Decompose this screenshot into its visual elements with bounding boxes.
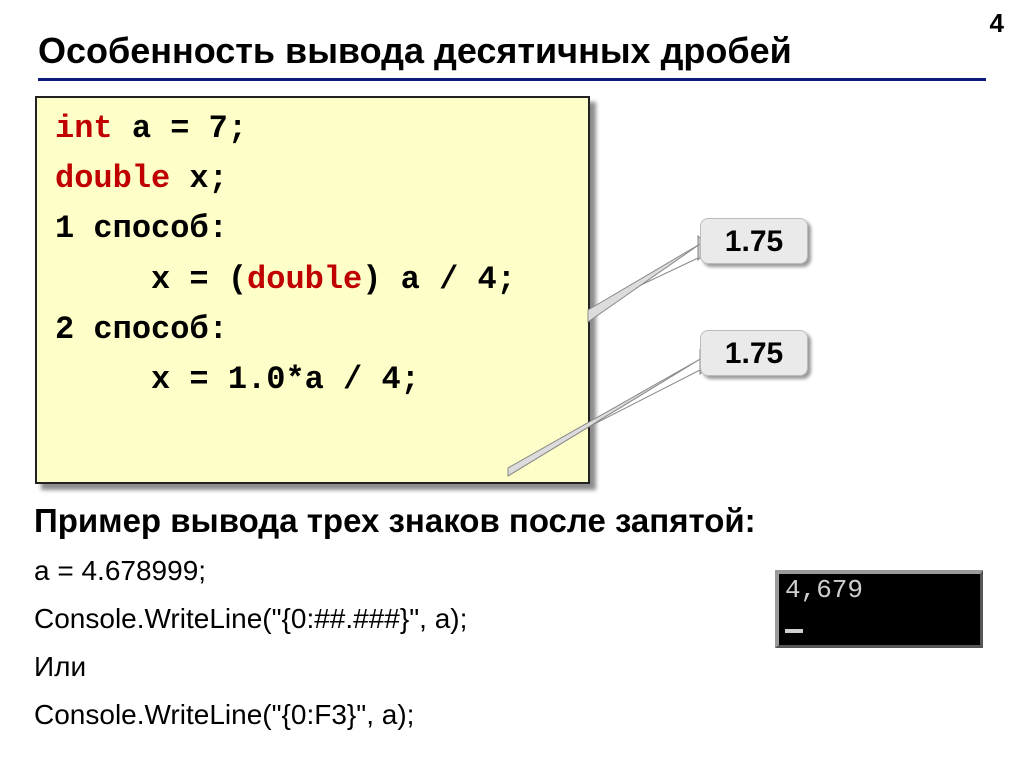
example-line-1: a = 4.678999;: [34, 555, 206, 587]
code-text: ) a / 4;: [362, 261, 516, 298]
example-line-4: Console.WriteLine("{0:F3}", a);: [34, 699, 414, 731]
console-cursor-line: [785, 605, 803, 634]
code-box: int a = 7; double x; 1 способ: x = (doub…: [35, 96, 590, 484]
subtitle: Пример вывода трех знаков после запятой:: [34, 502, 756, 540]
slide-title: Особенность вывода десятичных дробей: [38, 30, 986, 81]
keyword-double: double: [55, 160, 170, 197]
code-line-3: 1 способ:: [55, 204, 570, 254]
code-line-4: x = (double) a / 4;: [55, 255, 570, 305]
example-line-3: Или: [34, 651, 86, 683]
pointer-1: [588, 230, 718, 320]
console-output: 4,679: [775, 570, 983, 648]
pointer-2: [508, 350, 718, 480]
code-line-5: 2 способ:: [55, 305, 570, 355]
keyword-int: int: [55, 110, 113, 147]
cursor-icon: [785, 629, 803, 633]
console-line: 4,679: [785, 576, 974, 605]
example-line-2: Console.WriteLine("{0:##.###}", a);: [34, 603, 467, 635]
keyword-double: double: [247, 261, 362, 298]
code-line-1: int a = 7;: [55, 104, 570, 154]
page-number: 4: [990, 8, 1004, 39]
result-badge-1: 1.75: [700, 218, 808, 264]
code-line-2: double x;: [55, 154, 570, 204]
result-badge-2: 1.75: [700, 330, 808, 376]
code-text: x = 1.0*a / 4;: [151, 361, 420, 398]
code-text: a = 7;: [113, 110, 247, 147]
code-text: x = (: [151, 261, 247, 298]
code-line-6: x = 1.0*a / 4;: [55, 355, 570, 405]
code-text: x;: [170, 160, 228, 197]
